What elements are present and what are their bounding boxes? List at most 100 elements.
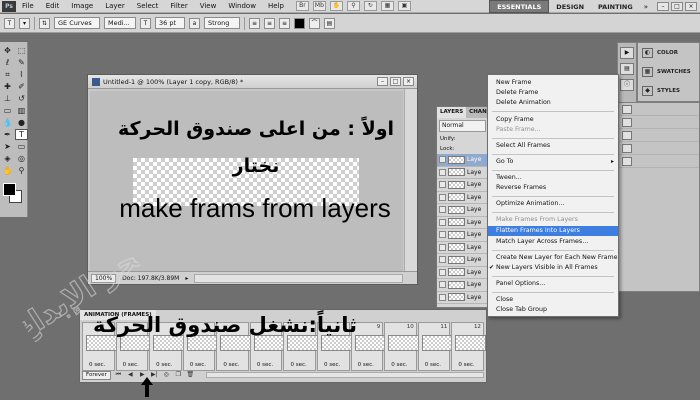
maximize-icon[interactable]: □ bbox=[671, 2, 683, 11]
dodge-tool-icon[interactable]: ● bbox=[15, 117, 28, 128]
layer-row[interactable]: Laye bbox=[437, 267, 488, 279]
menu-panel-options[interactable]: Panel Options... bbox=[488, 279, 618, 289]
layer-row[interactable]: Laye bbox=[437, 154, 488, 167]
menu-new-frame[interactable]: New Frame bbox=[488, 78, 618, 88]
tab-layers[interactable]: LAYERS bbox=[437, 107, 467, 118]
menu-layer[interactable]: Layer bbox=[99, 2, 131, 10]
first-frame-icon[interactable]: ⏮ bbox=[114, 371, 123, 379]
hand-tool-icon[interactable]: ✋ bbox=[1, 165, 14, 176]
blur-tool-icon[interactable]: 💧 bbox=[1, 117, 14, 128]
panel-row[interactable] bbox=[618, 129, 699, 142]
layer-row[interactable]: Laye bbox=[437, 217, 488, 229]
color-panel-button[interactable]: ◐ COLOR bbox=[638, 43, 699, 62]
menu-delete-frame[interactable]: Delete Frame bbox=[488, 88, 618, 98]
eyedropper-tool-icon[interactable]: ⌇ bbox=[15, 69, 28, 80]
menu-copy-frame[interactable]: Copy Frame bbox=[488, 115, 618, 125]
loop-select[interactable]: Forever bbox=[82, 370, 111, 380]
gradient-tool-icon[interactable]: ▥ bbox=[15, 105, 28, 116]
path-select-tool-icon[interactable]: ➤ bbox=[1, 141, 14, 152]
styles-panel-button[interactable]: ◆ STYLES bbox=[638, 81, 699, 100]
tool-preset-dropdown-icon[interactable]: ▾ bbox=[19, 17, 30, 29]
visibility-icon[interactable] bbox=[439, 193, 446, 201]
layer-row[interactable]: Laye bbox=[437, 229, 488, 242]
frame-delay[interactable]: 0 sec. bbox=[290, 362, 306, 368]
shape-tool-icon[interactable]: ▭ bbox=[15, 141, 28, 152]
maximize-icon[interactable]: □ bbox=[390, 77, 401, 86]
document-title-bar[interactable]: Untitled-1 @ 100% (Layer 1 copy, RGB/8) … bbox=[88, 75, 417, 89]
workspace-design[interactable]: DESIGN bbox=[549, 0, 591, 13]
visibility-icon[interactable] bbox=[439, 256, 446, 264]
minimize-icon[interactable]: – bbox=[657, 2, 669, 11]
menu-edit[interactable]: Edit bbox=[40, 2, 66, 10]
visibility-icon[interactable] bbox=[439, 206, 446, 214]
frame-delay[interactable]: 0 sec. bbox=[391, 362, 407, 368]
layer-row[interactable]: Laye bbox=[437, 242, 488, 254]
menu-optimize-animation[interactable]: Optimize Animation... bbox=[488, 199, 618, 209]
character-panel-icon[interactable]: ▤ bbox=[324, 17, 335, 29]
3d-rotate-tool-icon[interactable]: ◈ bbox=[1, 153, 14, 164]
blend-mode-select[interactable]: Normal bbox=[439, 120, 486, 132]
visibility-icon[interactable] bbox=[439, 218, 446, 226]
visibility-icon[interactable] bbox=[439, 281, 446, 289]
lasso-tool-icon[interactable]: ℓ bbox=[1, 57, 14, 68]
panel-row[interactable] bbox=[618, 116, 699, 129]
menu-filter[interactable]: Filter bbox=[164, 2, 193, 10]
visibility-icon[interactable] bbox=[439, 268, 446, 276]
marquee-tool-icon[interactable]: ⬚ bbox=[15, 45, 28, 56]
info-icon[interactable]: ⓘ bbox=[620, 79, 634, 91]
font-family-select[interactable]: GE Curves bbox=[54, 17, 100, 29]
menu-select[interactable]: Select bbox=[131, 2, 165, 10]
close-icon[interactable]: × bbox=[403, 77, 414, 86]
frame-delay[interactable]: 0 sec. bbox=[190, 362, 206, 368]
workspace-painting[interactable]: PAINTING bbox=[591, 0, 640, 13]
frame-delay[interactable]: 0 sec. bbox=[425, 362, 441, 368]
workspace-more-icon[interactable]: » bbox=[640, 0, 652, 13]
history-brush-tool-icon[interactable]: ↺ bbox=[15, 93, 28, 104]
eraser-tool-icon[interactable]: ▭ bbox=[1, 105, 14, 116]
frame[interactable]: 10 0 sec. bbox=[384, 322, 420, 371]
hand-tool-icon[interactable]: ✋ bbox=[329, 1, 343, 11]
menu-tween[interactable]: Tween... bbox=[488, 173, 618, 183]
menu-delete-animation[interactable]: Delete Animation bbox=[488, 98, 618, 108]
warp-text-icon[interactable]: ⌒ bbox=[309, 17, 320, 29]
visibility-icon[interactable] bbox=[439, 293, 446, 301]
antialias-select[interactable]: Strong bbox=[204, 17, 240, 29]
foreground-color[interactable] bbox=[3, 183, 16, 196]
frame-delay[interactable]: 0 sec. bbox=[223, 362, 239, 368]
toggle-orientation-icon[interactable]: ⇅ bbox=[39, 17, 50, 29]
tab-channels[interactable]: CHAN bbox=[466, 107, 488, 118]
menu-flatten-frames-into-layers[interactable]: Flatten Frames Into Layers bbox=[488, 226, 618, 236]
layer-row[interactable]: Laye bbox=[437, 279, 488, 292]
visibility-icon[interactable] bbox=[439, 168, 446, 176]
font-size-select[interactable]: 36 pt bbox=[155, 17, 185, 29]
frame[interactable]: 12 0 sec. bbox=[451, 322, 487, 371]
type-tool-icon[interactable]: T bbox=[4, 17, 15, 29]
text-color-swatch[interactable] bbox=[294, 17, 305, 29]
brush-tool-icon[interactable]: ✐ bbox=[15, 81, 28, 92]
quick-select-tool-icon[interactable]: ✎ bbox=[15, 57, 28, 68]
menu-select-all-frames[interactable]: Select All Frames bbox=[488, 141, 618, 151]
panel-row[interactable] bbox=[618, 103, 699, 116]
move-tool-icon[interactable]: ✥ bbox=[1, 45, 14, 56]
previous-frame-icon[interactable]: ◀ bbox=[126, 371, 135, 379]
menu-file[interactable]: File bbox=[16, 2, 40, 10]
menu-help[interactable]: Help bbox=[262, 2, 290, 10]
layer-row[interactable]: Laye bbox=[437, 292, 488, 304]
visibility-icon[interactable] bbox=[439, 231, 446, 239]
pen-tool-icon[interactable]: ✒ bbox=[1, 129, 14, 140]
menu-close-tab-group[interactable]: Close Tab Group bbox=[488, 305, 618, 315]
duplicate-frame-icon[interactable]: ❐ bbox=[174, 371, 183, 379]
menu-window[interactable]: Window bbox=[222, 2, 262, 10]
menu-close[interactable]: Close bbox=[488, 295, 618, 305]
frame-delay[interactable]: 0 sec. bbox=[257, 362, 273, 368]
menu-view[interactable]: View bbox=[194, 2, 223, 10]
layer-row[interactable]: Laye bbox=[437, 179, 488, 192]
3d-camera-tool-icon[interactable]: ◎ bbox=[15, 153, 28, 164]
visibility-icon[interactable] bbox=[439, 156, 446, 164]
panel-row[interactable] bbox=[618, 142, 699, 155]
minibridge-icon[interactable]: Mb bbox=[312, 1, 326, 11]
frames-scrollbar[interactable] bbox=[205, 372, 484, 378]
zoom-tool-icon[interactable]: ⚲ bbox=[15, 165, 28, 176]
layer-row[interactable]: Laye bbox=[437, 167, 488, 179]
frame-delay[interactable]: 0 sec. bbox=[123, 362, 139, 368]
